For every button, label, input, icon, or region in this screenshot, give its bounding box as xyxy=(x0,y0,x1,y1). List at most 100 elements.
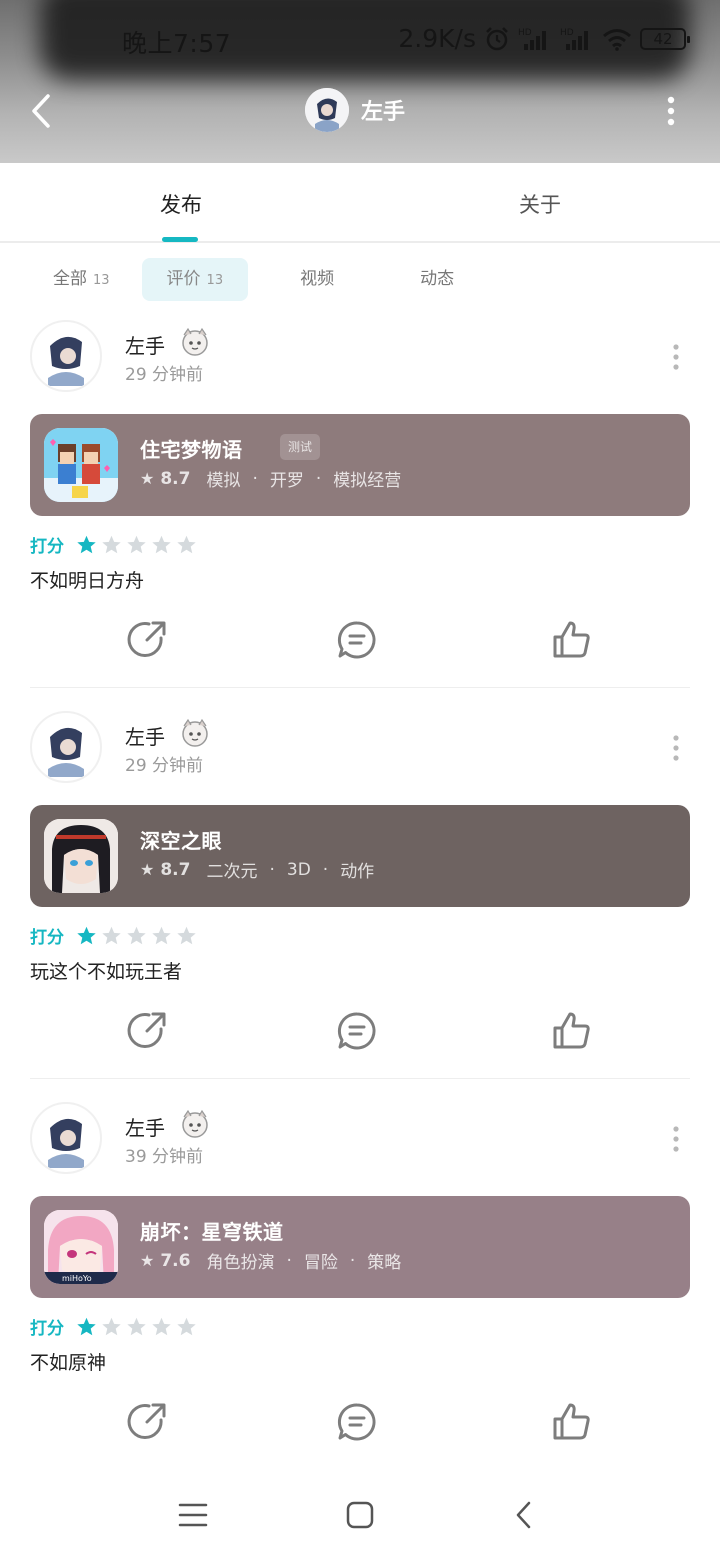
comment-icon[interactable] xyxy=(337,1011,377,1051)
star-empty-icon xyxy=(152,535,171,554)
signal-hd-icon: HD xyxy=(518,28,546,50)
rating-label: 打分 xyxy=(30,928,64,948)
avatar-image xyxy=(36,326,96,386)
header-title-group[interactable]: 左手 xyxy=(305,88,405,132)
tag-separator: · xyxy=(315,468,322,489)
more-vertical-icon[interactable] xyxy=(672,735,680,761)
more-vertical-icon[interactable] xyxy=(672,344,680,370)
star-empty-icon xyxy=(177,926,196,945)
star-empty-icon xyxy=(152,926,171,945)
more-vertical-icon[interactable] xyxy=(666,96,676,126)
share-icon[interactable] xyxy=(127,1011,167,1051)
review-time: 29 分钟前 xyxy=(125,756,204,776)
avatar[interactable] xyxy=(30,320,102,392)
sub-tab-all[interactable]: 全部 13 xyxy=(30,258,142,301)
review-text: 不如明日方舟 xyxy=(30,570,145,592)
back-chevron-icon[interactable] xyxy=(508,1498,542,1532)
avatar[interactable] xyxy=(30,1102,102,1174)
review-card[interactable]: 左手 29 分钟前 深空之眼 ★ 8.7 二次元 · 3D · 动作 打分 玩这… xyxy=(0,711,720,1103)
sub-tab-reviews[interactable]: 评价 13 xyxy=(141,257,249,301)
review-username[interactable]: 左手 xyxy=(125,721,165,750)
game-name: 住宅梦物语 xyxy=(140,438,243,462)
mascot-badge-icon xyxy=(182,327,208,356)
svg-text:HD: HD xyxy=(518,28,532,38)
like-icon[interactable] xyxy=(552,1011,592,1051)
game-card[interactable]: miHoYo 崩坏：星穹铁道 ★ 7.6 角色扮演 · 冒险 · 策略 xyxy=(30,1196,690,1298)
wifi-icon xyxy=(603,28,631,51)
rating-row: 打分 xyxy=(30,1314,197,1339)
game-test-tag: 测试 xyxy=(280,434,321,460)
game-card[interactable]: 深空之眼 ★ 8.7 二次元 · 3D · 动作 xyxy=(30,805,690,907)
share-icon[interactable] xyxy=(127,620,167,660)
game-tag: 角色扮演 xyxy=(206,1253,275,1273)
review-username[interactable]: 左手 xyxy=(125,330,165,359)
system-nav-bar xyxy=(0,1470,720,1560)
tab-indicator xyxy=(162,237,198,242)
svg-text:miHoYo: miHoYo xyxy=(62,1274,92,1283)
sub-tab-label: 视频 xyxy=(300,268,335,289)
main-tabs: 发布 关于 xyxy=(0,163,720,243)
star-empty-icon xyxy=(102,926,121,945)
menu-icon[interactable] xyxy=(176,1498,210,1532)
review-time: 39 分钟前 xyxy=(125,1147,204,1167)
star-empty-icon xyxy=(177,535,196,554)
review-actions xyxy=(0,620,720,670)
review-card[interactable]: 左手 39 分钟前 miHoYo 崩坏：星穹铁道 ★ 7.6 角色扮演 · 冒险 xyxy=(0,1102,720,1494)
star-icon: ★ xyxy=(140,860,155,879)
sub-tab-label: 评价 xyxy=(166,268,201,289)
like-icon[interactable] xyxy=(552,620,592,660)
tab-publish[interactable]: 发布 xyxy=(160,189,202,219)
game-icon: miHoYo xyxy=(44,1210,118,1284)
star-icon: ★ xyxy=(140,1251,155,1270)
review-actions xyxy=(0,1402,720,1452)
avatar[interactable] xyxy=(305,88,349,132)
tag-separator: · xyxy=(322,859,329,880)
tab-about[interactable]: 关于 xyxy=(519,189,561,219)
game-tag: 二次元 xyxy=(206,862,258,882)
rating-row: 打分 xyxy=(30,532,197,557)
game-score: 7.6 xyxy=(160,1250,191,1271)
game-icon xyxy=(44,819,118,893)
back-arrow-icon[interactable] xyxy=(26,92,60,130)
rating-label: 打分 xyxy=(30,537,64,557)
sub-tab-label: 动态 xyxy=(420,268,455,289)
game-meta: ★ 8.7 二次元 · 3D · 动作 xyxy=(140,857,374,883)
svg-text:HD: HD xyxy=(560,28,574,38)
avatar-image xyxy=(305,88,349,132)
divider xyxy=(30,1078,690,1079)
sub-tab-moments[interactable]: 动态 xyxy=(374,258,476,301)
game-meta: ★ 8.7 模拟 · 开罗 · 模拟经营 xyxy=(140,466,401,492)
game-card[interactable]: 住宅梦物语 测试 ★ 8.7 模拟 · 开罗 · 模拟经营 xyxy=(30,414,690,516)
game-name: 崩坏：星穹铁道 xyxy=(140,1220,284,1244)
avatar[interactable] xyxy=(30,711,102,783)
alarm-icon xyxy=(486,26,508,50)
home-square-icon[interactable] xyxy=(343,1498,377,1532)
signal-hd-icon: HD xyxy=(560,28,588,50)
star-empty-icon xyxy=(152,1317,171,1336)
share-icon[interactable] xyxy=(127,1402,167,1442)
star-filled-icon xyxy=(77,926,96,945)
review-username[interactable]: 左手 xyxy=(125,1112,165,1141)
comment-icon[interactable] xyxy=(337,1402,377,1442)
like-icon[interactable] xyxy=(552,1402,592,1442)
game-icon xyxy=(44,428,118,502)
tag-separator: · xyxy=(286,1250,292,1271)
game-tag: 3D xyxy=(286,859,311,880)
network-speed: 2.9K/s xyxy=(398,24,476,53)
status-bar: 晚上7:57 2.9K/s HD HD 42 xyxy=(0,18,720,62)
star-empty-icon xyxy=(102,535,121,554)
game-score: 8.7 xyxy=(160,859,191,880)
comment-icon[interactable] xyxy=(337,620,377,660)
star-filled-icon xyxy=(77,1317,96,1336)
avatar-image xyxy=(36,1108,96,1168)
more-vertical-icon[interactable] xyxy=(672,1126,680,1152)
review-actions xyxy=(0,1011,720,1061)
mascot-badge-icon xyxy=(182,718,208,747)
star-empty-icon xyxy=(127,1317,146,1336)
review-card[interactable]: 左手 29 分钟前 住宅梦物语 测试 ★ 8.7 模拟 · 开罗 · 模拟经营 … xyxy=(0,320,720,712)
review-text: 玩这个不如玩王者 xyxy=(30,961,183,983)
status-time: 晚上7:57 xyxy=(122,29,232,58)
sub-tab-videos[interactable]: 视频 xyxy=(248,258,374,301)
status-icons: 2.9K/s HD HD 42 xyxy=(398,24,690,53)
tag-separator: · xyxy=(349,1250,356,1271)
